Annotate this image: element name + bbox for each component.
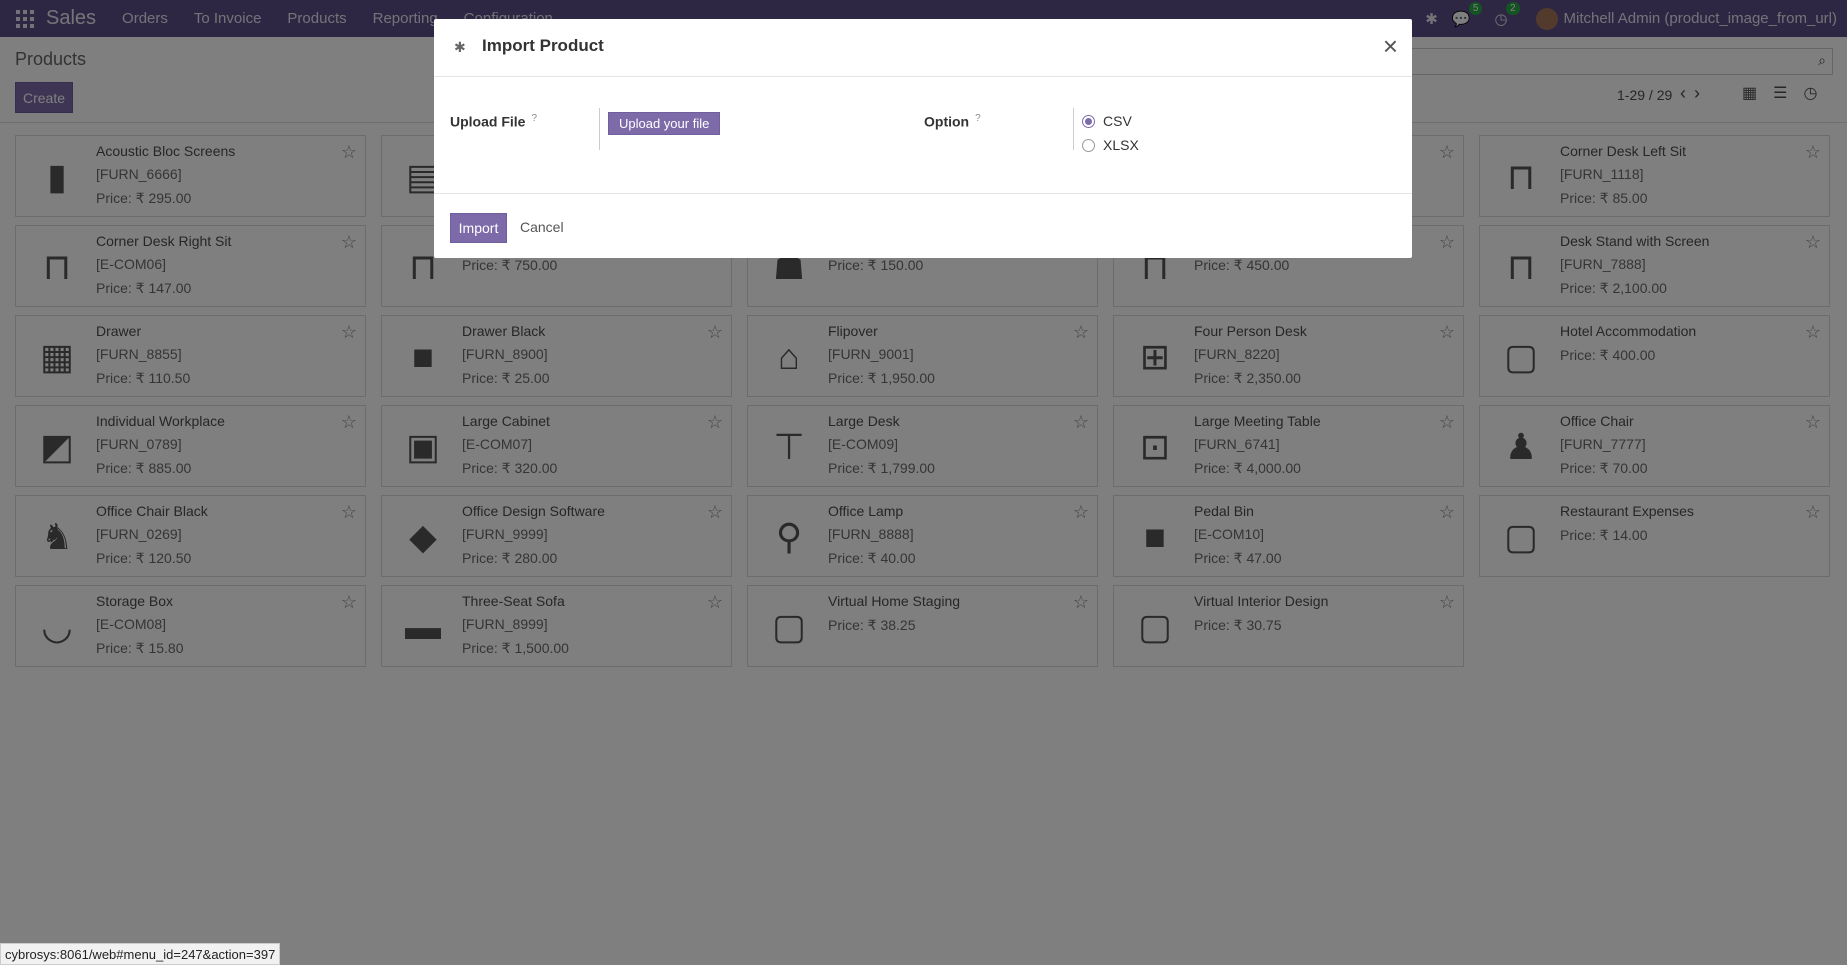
csv-label: CSV (1103, 113, 1132, 129)
modal-body: Upload File? Upload your file Option? CS… (434, 78, 1412, 194)
option-help-icon[interactable]: ? (975, 113, 981, 124)
upload-file-label: Upload File? (450, 113, 537, 130)
option-label: Option? (924, 113, 981, 130)
xlsx-label: XLSX (1103, 137, 1139, 153)
option-csv[interactable]: CSV (1082, 113, 1132, 129)
status-bar-url: cybrosys:8061/web#menu_id=247&action=397 (0, 943, 281, 965)
import-dialog: ✱ Import Product × Upload File? Upload y… (434, 19, 1412, 258)
option-xlsx[interactable]: XLSX (1082, 137, 1139, 153)
close-icon[interactable]: × (1383, 31, 1398, 62)
modal-header: ✱ Import Product × (434, 19, 1412, 77)
upload-file-button[interactable]: Upload your file (608, 112, 721, 135)
debug-icon: ✱ (454, 39, 466, 55)
import-button[interactable]: Import (450, 213, 507, 243)
xlsx-radio[interactable] (1082, 138, 1095, 152)
option-label-text: Option (924, 113, 970, 130)
upload-file-label-text: Upload File (450, 113, 526, 130)
upload-help-icon[interactable]: ? (531, 113, 537, 124)
divider (1073, 108, 1074, 150)
divider (599, 108, 600, 150)
csv-radio[interactable] (1082, 114, 1095, 128)
modal-title: Import Product (482, 36, 604, 55)
cancel-button[interactable]: Cancel (520, 219, 564, 235)
